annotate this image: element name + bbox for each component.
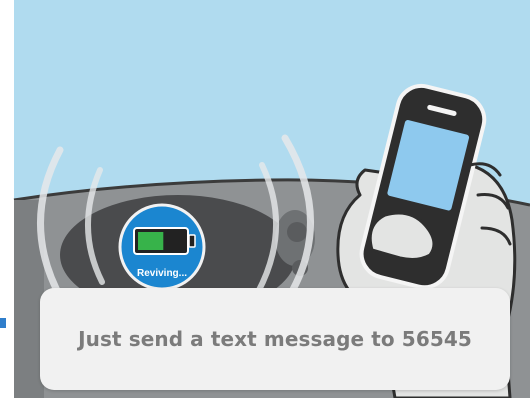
left-edge-mark xyxy=(0,318,6,328)
caption-box: Just send a text message to 56545 xyxy=(40,288,510,390)
video-frame: Reviving... Just send a text message to … xyxy=(0,0,530,398)
battery-charge-fill xyxy=(138,232,164,250)
battery-terminal xyxy=(188,234,196,248)
gauge-knob xyxy=(287,222,307,242)
caption-text: Just send a text message to 56545 xyxy=(78,327,472,351)
battery-status-label: Reviving... xyxy=(137,268,187,279)
